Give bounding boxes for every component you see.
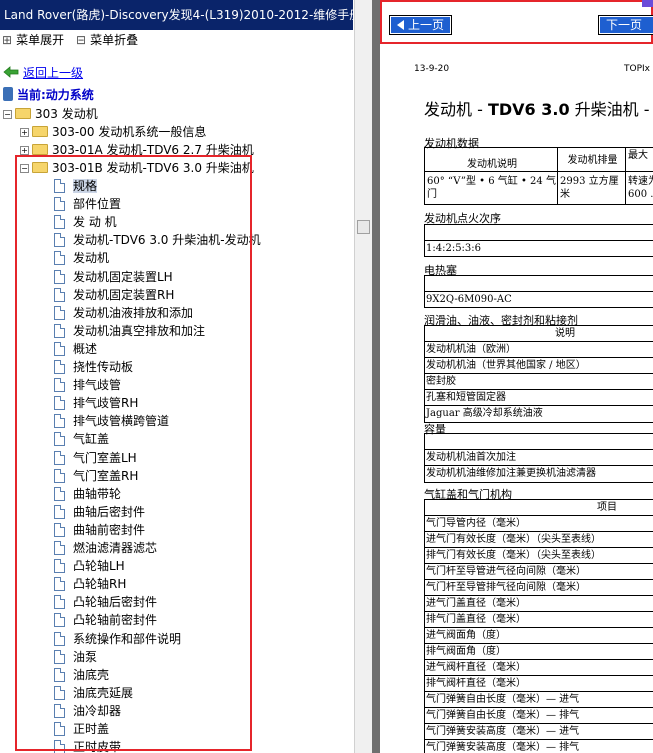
- engine-data-table: 发动机说明 发动机排量 最大 60° “V”型 • 6 气缸 • 24 气门 2…: [424, 147, 653, 205]
- engine-table-header: 发动机说明 发动机排量 最大: [425, 148, 653, 172]
- firing-order-table: 1:4:2:5:3:6: [424, 224, 653, 257]
- valve-row: 气门导管内径（毫米）: [425, 516, 653, 532]
- lubricants-rows: 发动机机油（欧洲） 发动机机油（世界其他国家 / 地区） 密封胶 孔塞和短管固定器 Ja…: [425, 342, 653, 422]
- prev-page-button[interactable]: 上一页: [388, 15, 453, 35]
- page-nav-bar: 上一页 下一页: [380, 0, 653, 44]
- highlight-box: [15, 155, 252, 751]
- valve-row: 气门弹簧自由长度（毫米）— 进气: [425, 692, 653, 708]
- expand-toggle-icon[interactable]: +: [20, 128, 29, 137]
- valve-row: 排气阀杆直径（毫米）: [425, 676, 653, 692]
- lubricants-table: 说明 发动机机油（欧洲） 发动机机油（世界其他国家 / 地区） 密封胶 孔塞和短管固定…: [424, 325, 653, 423]
- engine-desc-value: 60° “V”型 • 6 气缸 • 24 气门: [427, 176, 556, 200]
- folder-open-icon: [15, 108, 31, 119]
- valve-row: 排气门有效长度（毫米）（尖头至表线）: [425, 548, 653, 564]
- valve-row: 气门杆至导管排气径向间隙（毫米）: [425, 580, 653, 596]
- expand-toggle-icon[interactable]: +: [20, 146, 29, 155]
- doc-title-suffix: 升柴油机 -: [569, 100, 650, 119]
- valve-row: 进气阀杆直径（毫米）: [425, 660, 653, 676]
- document-viewer: 上一页 下一页 13-9-20 TOPIx - 发动机 - TDV6 3.0 升…: [380, 0, 653, 753]
- glow-plug-part-number: 9X2Q-6M090-AC: [426, 294, 512, 305]
- lubricant-row: 发动机机油（世界其他国家 / 地区）: [425, 358, 653, 374]
- glow-plug-table: 9X2Q-6M090-AC: [424, 275, 653, 308]
- lubricant-row: Jaguar 高级冷却系统油液: [426, 408, 543, 419]
- firing-order-header: [425, 225, 653, 241]
- app-window: Land Rover(路虎)-Discovery发现4-(L319)2010-2…: [0, 0, 653, 753]
- valve-row: 气门杆至导管进气径向间隙（毫米）: [425, 564, 653, 580]
- engine-table-row: 60° “V”型 • 6 气缸 • 24 气门 2993 立方厘米 转速为 60…: [425, 172, 653, 205]
- left-arrow-icon: [397, 20, 404, 30]
- prev-page-label: 上一页: [408, 18, 445, 32]
- valve-row: 进气阀面角（度）: [425, 628, 653, 644]
- next-page-button[interactable]: 下一页: [597, 15, 653, 35]
- col-engine-max: 最大: [625, 148, 653, 171]
- tree-group-label: 303-00 发动机系统一般信息: [52, 125, 207, 139]
- capacity-rows: 发动机机油首次加注发动机机油维修加注兼更换机油滤清器: [425, 450, 653, 482]
- valve-row: 进气门盖直径（毫米）: [425, 596, 653, 612]
- tree-root-303[interactable]: − 303 发动机: [3, 105, 98, 123]
- valve-row: 气门弹簧自由长度（毫米）— 排气: [425, 708, 653, 724]
- valve-row: 进气门有效长度（毫米）（尖头至表线）: [425, 532, 653, 548]
- doc-title-prefix: 发动机 -: [424, 100, 488, 119]
- col-engine-displacement: 发动机排量: [557, 148, 625, 171]
- tree-group[interactable]: +303-00 发动机系统一般信息: [20, 123, 206, 141]
- capacity-header: [425, 434, 653, 450]
- folder-icon: [32, 126, 48, 137]
- doc-title-bold: TDV6 3.0: [487, 100, 570, 119]
- engine-max-value: 转速为 600 ...: [625, 172, 653, 205]
- scrollbar-thumb[interactable]: [357, 220, 370, 234]
- tree-root-label: 303 发动机: [35, 107, 98, 121]
- lubricants-header: 说明: [425, 326, 653, 342]
- lubricant-row: 发动机机油（欧洲）: [425, 342, 653, 358]
- valve-train-table: 项目 气门导管内径（毫米） 进气门有效长度（毫米）（尖头至表线） 排气门有效长度（毫…: [424, 499, 653, 753]
- valve-row: 排气门盖直径（毫米）: [425, 612, 653, 628]
- lubricant-row: 密封胶: [425, 374, 653, 390]
- collapse-toggle-icon[interactable]: −: [3, 110, 12, 119]
- valve-row: 气门弹簧安装高度（毫米）— 排气: [425, 740, 653, 753]
- corner-marker-icon: [642, 0, 653, 7]
- document-page: 13-9-20 TOPIx - 发动机 - TDV6 3.0 升柴油机 - 发动…: [380, 44, 653, 753]
- doc-date: 13-9-20: [414, 64, 450, 74]
- doc-topix: TOPIx -: [624, 64, 653, 74]
- glow-plug-header: [425, 276, 653, 292]
- valve-train-header: 项目: [425, 500, 653, 516]
- capacity-row: 发动机机油维修加注兼更换机油滤清器: [426, 468, 596, 479]
- valve-row: 排气阀面角（度）: [425, 644, 653, 660]
- engine-displacement-value: 2993 立方厘米: [557, 172, 625, 205]
- pane-splitter[interactable]: [372, 0, 380, 753]
- capacity-table: 发动机机油首次加注发动机机油维修加注兼更换机油滤清器: [424, 433, 653, 483]
- valve-row: 气门弹簧安装高度（毫米）— 进气: [425, 724, 653, 740]
- doc-title: 发动机 - TDV6 3.0 升柴油机 -: [424, 96, 650, 120]
- capacity-row: 发动机机油首次加注: [425, 450, 653, 466]
- scrollbar[interactable]: [354, 0, 372, 753]
- col-engine-desc: 发动机说明: [467, 159, 517, 170]
- next-page-label: 下一页: [606, 18, 643, 32]
- folder-icon: [32, 144, 48, 155]
- valve-train-rows: 气门导管内径（毫米） 进气门有效长度（毫米）（尖头至表线） 排气门有效长度（毫米）（…: [425, 516, 653, 753]
- lubricant-row: 孔塞和短管固定器: [425, 390, 653, 406]
- firing-order-value: 1:4:2:5:3:6: [426, 243, 482, 254]
